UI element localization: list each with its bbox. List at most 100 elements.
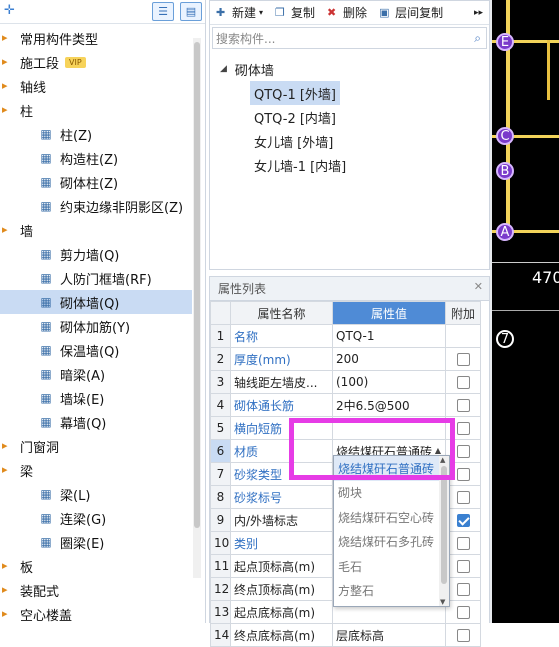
property-row[interactable]: 4 砌体通长筋 2中6.5@500 bbox=[210, 393, 481, 417]
expand-icon[interactable]: ▸ bbox=[2, 583, 16, 597]
expand-icon[interactable]: ▸ bbox=[2, 223, 16, 237]
extra-header: 附加 bbox=[445, 301, 481, 325]
tree-category[interactable]: ▸ 常用构件类型 bbox=[0, 26, 192, 50]
extra-checkbox[interactable] bbox=[456, 582, 470, 596]
extra-checkbox[interactable] bbox=[456, 536, 470, 550]
tree-item[interactable]: ▦ 柱(Z) bbox=[0, 122, 192, 146]
tree-item[interactable]: ▦ 连梁(G) bbox=[0, 506, 192, 530]
scroll-down-icon[interactable]: ▼ bbox=[440, 598, 445, 606]
property-row[interactable]: 14 终点底标高(m) 层底标高 bbox=[210, 623, 481, 647]
property-name-header: 属性名称 bbox=[230, 301, 333, 325]
tree-category-label: 板 bbox=[20, 560, 34, 576]
list-view-button[interactable]: ☰ bbox=[152, 2, 174, 21]
dropdown-option[interactable]: 方整石 bbox=[334, 579, 449, 604]
dropdown-option[interactable]: 烧结煤矸石空心砖 bbox=[334, 505, 449, 530]
add-icon[interactable]: ✛ bbox=[4, 3, 15, 18]
axis-marker[interactable]: C bbox=[496, 127, 514, 145]
tree-category[interactable]: ▸ 梁 bbox=[0, 458, 192, 482]
close-icon[interactable]: ✕ bbox=[474, 280, 483, 293]
component-item[interactable]: 女儿墙-1 [内墙] bbox=[250, 153, 350, 177]
more-icon[interactable]: ▸▸ bbox=[468, 1, 489, 25]
new-button[interactable]: ✚ 新建 ▾ bbox=[210, 1, 269, 25]
tree-item[interactable]: ▦ 墙垛(E) bbox=[0, 386, 192, 410]
tree-item-label: 圈梁(E) bbox=[60, 536, 105, 552]
axis-marker[interactable]: B bbox=[496, 162, 514, 180]
tree-category[interactable]: ▸ 墙 bbox=[0, 218, 192, 242]
tree-category[interactable]: ▸ 门窗洞 bbox=[0, 434, 192, 458]
property-value[interactable]: 层底标高 bbox=[332, 623, 446, 647]
tree-item[interactable]: ▦ 剪力墙(Q) bbox=[0, 242, 192, 266]
tree-item[interactable]: ▦ 圈梁(E) bbox=[0, 530, 192, 554]
extra-checkbox[interactable] bbox=[456, 559, 470, 573]
extra-checkbox[interactable] bbox=[456, 398, 470, 412]
row-number: 4 bbox=[210, 393, 231, 417]
tree-item[interactable]: ▦ 梁(L) bbox=[0, 482, 192, 506]
axis-marker[interactable]: 7 bbox=[496, 330, 514, 348]
delete-button[interactable]: ✖ 删除 bbox=[321, 1, 373, 25]
tree-item[interactable]: ▦ 砌体墙(Q) bbox=[0, 290, 192, 314]
tree-item[interactable]: ▦ 砌体柱(Z) bbox=[0, 170, 192, 194]
floor-copy-button[interactable]: ▣ 层间复制 bbox=[373, 1, 449, 25]
search-icon[interactable]: ⌕ bbox=[474, 31, 481, 46]
tree-item[interactable]: ▦ 砌体加筋(Y) bbox=[0, 314, 192, 338]
new-icon: ✚ bbox=[216, 6, 226, 19]
extra-checkbox[interactable] bbox=[456, 421, 470, 435]
extra-checkbox[interactable] bbox=[456, 444, 470, 458]
row-number-header bbox=[210, 301, 231, 325]
property-row[interactable]: 3 轴线距左墙皮... (100) bbox=[210, 370, 481, 394]
tree-category[interactable]: ▸ 板 bbox=[0, 554, 192, 578]
expand-icon[interactable]: ▸ bbox=[2, 463, 16, 477]
left-scrollbar[interactable] bbox=[193, 38, 201, 578]
expand-icon[interactable]: ▸ bbox=[2, 55, 16, 69]
component-group[interactable]: ◢ 砌体墙 bbox=[210, 57, 489, 81]
extra-checkbox[interactable] bbox=[456, 352, 470, 366]
tree-category[interactable]: ▸ 轴线 bbox=[0, 74, 192, 98]
expand-icon[interactable]: ▸ bbox=[2, 607, 16, 621]
property-value[interactable]: QTQ-1 bbox=[332, 324, 446, 348]
tree-item[interactable]: ▦ 人防门框墙(RF) bbox=[0, 266, 192, 290]
expand-icon[interactable]: ▸ bbox=[2, 559, 16, 573]
dropdown-option[interactable]: 烧结煤矸石多孔砖 bbox=[334, 530, 449, 555]
tree-category[interactable]: ▸ 柱 bbox=[0, 98, 192, 122]
tree-item[interactable]: ▦ 构造柱(Z) bbox=[0, 146, 192, 170]
tree-item[interactable]: ▦ 保温墙(Q) bbox=[0, 338, 192, 362]
property-value[interactable]: 200 bbox=[332, 347, 446, 371]
collapse-icon[interactable]: ◢ bbox=[220, 64, 227, 74]
extra-checkbox[interactable] bbox=[456, 628, 470, 642]
drawing-canvas[interactable]: E CB A 7 470 bbox=[492, 0, 559, 623]
dropdown-option[interactable]: 砌块 bbox=[334, 481, 449, 506]
tree-category[interactable]: ▸ 空心楼盖 bbox=[0, 602, 192, 626]
extra-checkbox[interactable] bbox=[456, 513, 470, 527]
expand-icon[interactable]: ▸ bbox=[2, 103, 16, 117]
tree-item-label: 梁(L) bbox=[60, 488, 91, 504]
extra-checkbox[interactable] bbox=[456, 467, 470, 481]
property-row[interactable]: 1 名称 QTQ-1 bbox=[210, 324, 481, 348]
property-value[interactable]: 2中6.5@500 bbox=[332, 393, 446, 417]
component-item[interactable]: QTQ-2 [内墙] bbox=[250, 105, 340, 129]
grid-view-button[interactable]: ▤ bbox=[180, 2, 202, 21]
extra-checkbox[interactable] bbox=[456, 490, 470, 504]
extra-cell bbox=[445, 600, 481, 624]
tree-item[interactable]: ▦ 约束边缘非阴影区(Z) bbox=[0, 194, 192, 218]
extra-checkbox[interactable] bbox=[456, 375, 470, 389]
tree-item[interactable]: ▦ 暗梁(A) bbox=[0, 362, 192, 386]
component-item[interactable]: QTQ-1 [外墙] bbox=[250, 81, 341, 105]
tree-item[interactable]: ▦ 幕墙(Q) bbox=[0, 410, 192, 434]
search-input[interactable]: 搜索构件... ⌕ bbox=[212, 27, 487, 49]
tree-category[interactable]: ▸ 装配式 bbox=[0, 578, 192, 602]
dropdown-option[interactable]: 毛石 bbox=[334, 554, 449, 579]
tree-category[interactable]: ▸ 施工段 VIP bbox=[0, 50, 192, 74]
axis-marker[interactable]: E bbox=[496, 33, 514, 51]
expand-icon[interactable]: ▸ bbox=[2, 439, 16, 453]
copy-button[interactable]: ❐ 复制 bbox=[269, 1, 321, 25]
component-item[interactable]: 女儿墙 [外墙] bbox=[250, 129, 337, 153]
tree-category-label: 门窗洞 bbox=[20, 440, 60, 456]
extra-checkbox[interactable] bbox=[456, 605, 470, 619]
property-row[interactable]: 2 厚度(mm) 200 bbox=[210, 347, 481, 371]
tree-category-label: 装配式 bbox=[20, 584, 60, 600]
expand-icon[interactable]: ▸ bbox=[2, 31, 16, 45]
property-value-header: 属性值 bbox=[332, 301, 446, 325]
axis-marker[interactable]: A bbox=[496, 223, 514, 241]
expand-icon[interactable]: ▸ bbox=[2, 79, 16, 93]
property-value[interactable]: (100) bbox=[332, 370, 446, 394]
